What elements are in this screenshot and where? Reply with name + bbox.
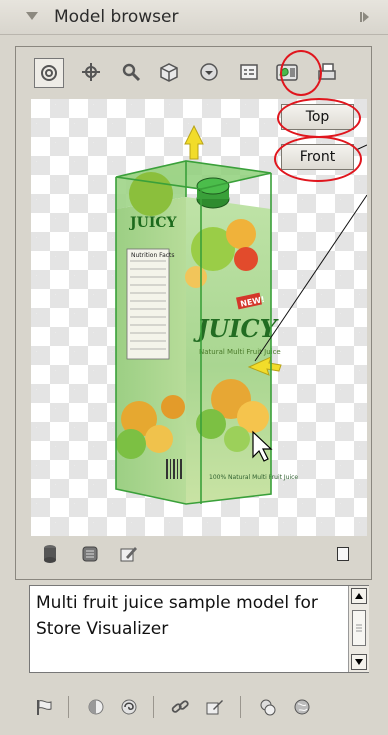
svg-text:Natural Multi Fruit Juice: Natural Multi Fruit Juice bbox=[199, 348, 281, 356]
flag-icon[interactable] bbox=[30, 693, 58, 721]
description-text: Multi fruit juice sample model for Store… bbox=[36, 593, 318, 639]
cylinder-icon[interactable] bbox=[36, 540, 64, 568]
pin-icon[interactable] bbox=[360, 11, 369, 23]
axis-arrow-up-icon bbox=[184, 124, 204, 160]
move-tool-icon[interactable] bbox=[77, 58, 105, 86]
link-icon[interactable] bbox=[166, 693, 194, 721]
viewport-toolbar bbox=[30, 538, 366, 570]
scroll-thumb[interactable] bbox=[352, 610, 366, 646]
description-scrollbar[interactable] bbox=[348, 586, 369, 672]
zoom-tool-icon[interactable] bbox=[117, 58, 145, 86]
svg-text:JUICY: JUICY bbox=[193, 314, 280, 343]
checklist-icon[interactable] bbox=[235, 58, 263, 86]
scroll-down-icon[interactable] bbox=[351, 654, 367, 670]
edit-icon[interactable] bbox=[114, 540, 142, 568]
box-view-icon[interactable] bbox=[155, 58, 183, 86]
panel-title: Model browser bbox=[54, 7, 179, 27]
globe-icon[interactable] bbox=[288, 693, 316, 721]
highlight-ring-front bbox=[274, 136, 362, 182]
panel-header[interactable]: Model browser bbox=[0, 0, 388, 35]
cubes-icon[interactable] bbox=[254, 693, 282, 721]
svg-text:Nutrition Facts: Nutrition Facts bbox=[131, 252, 175, 259]
contrast-icon[interactable] bbox=[82, 693, 110, 721]
separator bbox=[68, 696, 69, 718]
sphere-view-icon[interactable] bbox=[195, 58, 223, 86]
description-textarea[interactable]: Multi fruit juice sample model for Store… bbox=[29, 585, 369, 673]
paint-brush-icon[interactable] bbox=[200, 693, 228, 721]
highlight-ring-camera bbox=[280, 50, 322, 96]
collapse-arrow-icon[interactable] bbox=[26, 12, 38, 20]
footer-toolbar bbox=[20, 690, 370, 724]
svg-text:100% Natural Multi Fruit Juice: 100% Natural Multi Fruit Juice bbox=[209, 474, 298, 481]
swirl-icon[interactable] bbox=[115, 693, 143, 721]
highlight-ring-top bbox=[277, 98, 361, 138]
scanner-icon[interactable] bbox=[76, 540, 104, 568]
separator bbox=[240, 696, 241, 718]
select-tool-icon[interactable] bbox=[34, 58, 64, 88]
svg-text:JUICY: JUICY bbox=[128, 215, 178, 231]
small-square-icon[interactable] bbox=[337, 547, 349, 561]
scroll-up-icon[interactable] bbox=[351, 588, 367, 604]
separator bbox=[153, 696, 154, 718]
